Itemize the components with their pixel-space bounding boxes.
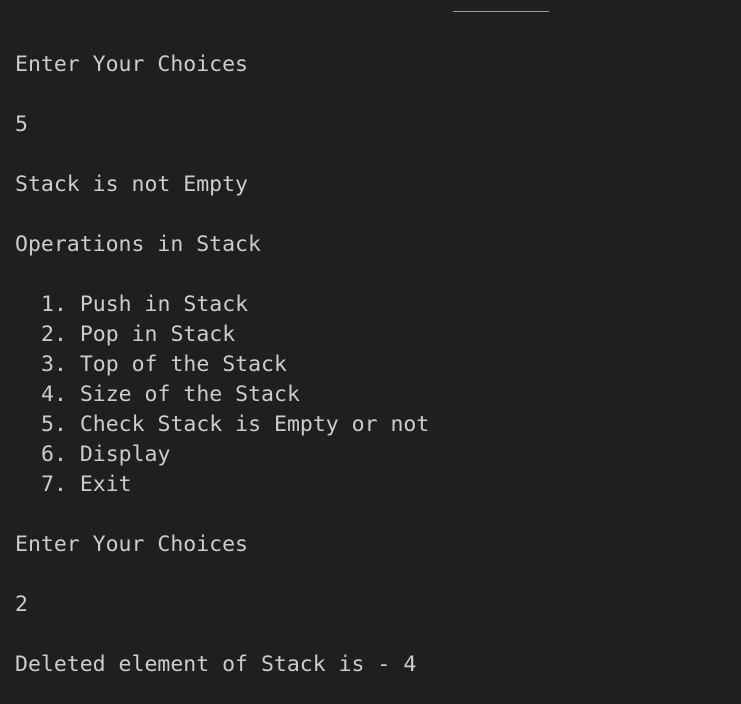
result-line: Deleted element of Stack is - 4	[15, 652, 417, 677]
prompt-line: Enter Your Choices	[15, 532, 248, 557]
menu-item: 7. Exit	[41, 472, 132, 497]
terminal-output: Enter Your Choices 5 Stack is not Empty …	[15, 50, 741, 680]
menu-item: 5. Check Stack is Empty or not	[41, 412, 430, 437]
result-line: Stack is not Empty	[15, 172, 248, 197]
menu-list: 1. Push in Stack 2. Pop in Stack 3. Top …	[15, 290, 741, 500]
menu-item: 1. Push in Stack	[41, 292, 249, 317]
menu-item: 3. Top of the Stack	[41, 352, 287, 377]
menu-title: Operations in Stack	[15, 232, 261, 257]
menu-item: 2. Pop in Stack	[41, 322, 236, 347]
top-divider	[453, 11, 549, 12]
user-input-line: 5	[15, 112, 28, 137]
menu-item: 4. Size of the Stack	[41, 382, 300, 407]
user-input-line: 2	[15, 592, 28, 617]
menu-item: 6. Display	[41, 442, 171, 467]
prompt-line: Enter Your Choices	[15, 52, 248, 77]
